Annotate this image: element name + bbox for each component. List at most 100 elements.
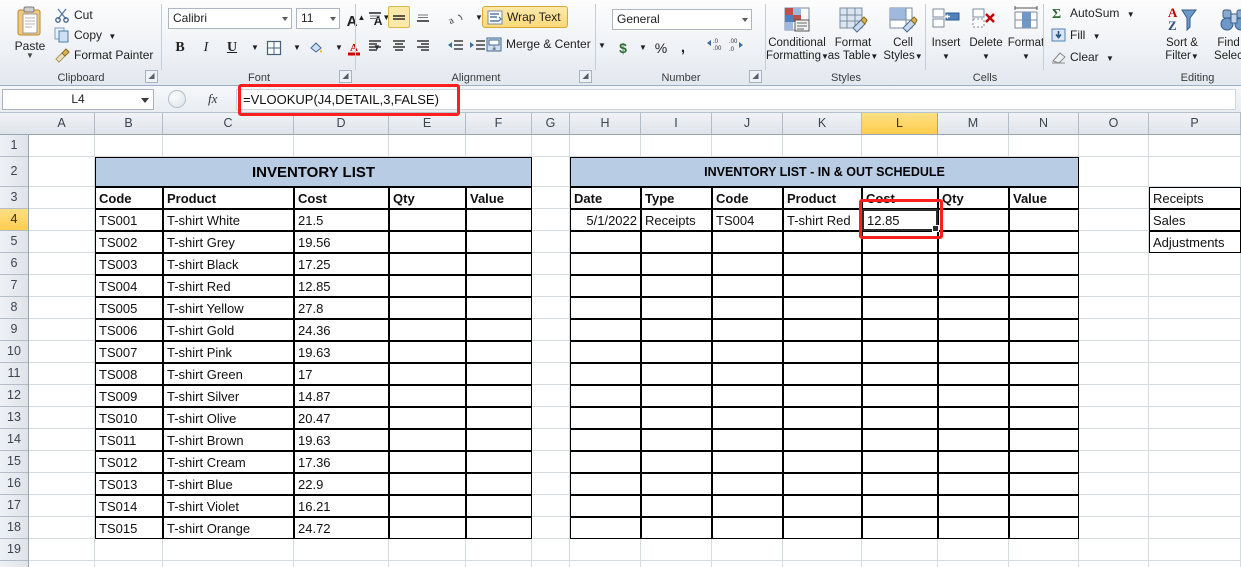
schedule-empty-J9[interactable] [712, 319, 783, 341]
schedule-empty-J14[interactable] [712, 429, 783, 451]
column-header-E[interactable]: E [389, 113, 466, 134]
column-header-B[interactable]: B [95, 113, 163, 134]
schedule-empty-I10[interactable] [641, 341, 712, 363]
schedule-header-date[interactable]: Date [570, 187, 641, 209]
decrease-decimal-button[interactable]: .00 .0 [726, 34, 750, 56]
schedule-empty-L7[interactable] [862, 275, 938, 297]
schedule-header-code[interactable]: Code [712, 187, 783, 209]
row-header-3[interactable]: 3 [0, 187, 28, 209]
column-header-C[interactable]: C [163, 113, 294, 134]
schedule-empty-H13[interactable] [570, 407, 641, 429]
paste-button[interactable]: Paste ▼ [8, 4, 52, 62]
fill-caret-icon[interactable]: ▼ [1093, 32, 1101, 41]
schedule-empty-I11[interactable] [641, 363, 712, 385]
inventory-qty-5[interactable] [389, 231, 466, 253]
schedule-empty-M7[interactable] [938, 275, 1009, 297]
inventory-qty-8[interactable] [389, 297, 466, 319]
schedule-empty-H18[interactable] [570, 517, 641, 539]
align-center-button[interactable] [388, 34, 410, 56]
schedule-empty-M10[interactable] [938, 341, 1009, 363]
number-format-select[interactable]: General [612, 9, 752, 30]
increase-decimal-button[interactable]: .0 .00 [702, 34, 726, 56]
inventory-code-4[interactable]: TS001 [95, 209, 163, 231]
schedule-empty-I17[interactable] [641, 495, 712, 517]
row-header-15[interactable]: 15 [0, 451, 28, 473]
inventory-product-8[interactable]: T-shirt Yellow [163, 297, 294, 319]
row-header-18[interactable]: 18 [0, 517, 28, 539]
schedule-empty-L16[interactable] [862, 473, 938, 495]
schedule-value-4[interactable] [1009, 209, 1079, 231]
inventory-code-16[interactable]: TS013 [95, 473, 163, 495]
format-painter-button[interactable]: Format Painter [54, 46, 153, 64]
schedule-empty-J18[interactable] [712, 517, 783, 539]
align-middle-button[interactable] [388, 6, 410, 28]
row-header-9[interactable]: 9 [0, 319, 28, 341]
delete-cells-caret-icon[interactable]: ▼ [982, 52, 990, 61]
schedule-empty-J5[interactable] [712, 231, 783, 253]
inventory-product-16[interactable]: T-shirt Blue [163, 473, 294, 495]
schedule-empty-H10[interactable] [570, 341, 641, 363]
cancel-formula-button[interactable] [168, 90, 186, 108]
schedule-empty-J7[interactable] [712, 275, 783, 297]
row-header-17[interactable]: 17 [0, 495, 28, 517]
schedule-date-4[interactable]: 5/1/2022 [570, 209, 641, 231]
schedule-header-product[interactable]: Product [783, 187, 862, 209]
schedule-empty-K5[interactable] [783, 231, 862, 253]
inventory-code-15[interactable]: TS012 [95, 451, 163, 473]
inventory-code-18[interactable]: TS015 [95, 517, 163, 539]
schedule-empty-M9[interactable] [938, 319, 1009, 341]
schedule-empty-N6[interactable] [1009, 253, 1079, 275]
schedule-empty-K14[interactable] [783, 429, 862, 451]
schedule-product-4[interactable]: T-shirt Red [783, 209, 862, 231]
inventory-value-7[interactable] [466, 275, 532, 297]
schedule-empty-H9[interactable] [570, 319, 641, 341]
find-select-button[interactable]: Find & Select▼ [1208, 4, 1241, 63]
schedule-empty-J11[interactable] [712, 363, 783, 385]
column-header-F[interactable]: F [466, 113, 532, 134]
inventory-qty-9[interactable] [389, 319, 466, 341]
currency-button[interactable]: $ [612, 36, 634, 58]
column-header-A[interactable]: A [29, 113, 95, 134]
inventory-cost-8[interactable]: 27.8 [294, 297, 389, 319]
cell-styles-caret-icon[interactable]: ▼ [915, 52, 923, 61]
column-header-J[interactable]: J [712, 113, 783, 134]
inventory-cost-5[interactable]: 19.56 [294, 231, 389, 253]
schedule-qty-4[interactable] [938, 209, 1009, 231]
inventory-cost-7[interactable]: 12.85 [294, 275, 389, 297]
row-header-16[interactable]: 16 [0, 473, 28, 495]
inventory-value-10[interactable] [466, 341, 532, 363]
inventory-product-9[interactable]: T-shirt Gold [163, 319, 294, 341]
italic-button[interactable]: I [194, 36, 218, 58]
inventory-header-product[interactable]: Product [163, 187, 294, 209]
schedule-empty-K9[interactable] [783, 319, 862, 341]
column-header-G[interactable]: G [532, 113, 570, 134]
inventory-qty-14[interactable] [389, 429, 466, 451]
schedule-empty-H16[interactable] [570, 473, 641, 495]
schedule-empty-M8[interactable] [938, 297, 1009, 319]
column-header-K[interactable]: K [783, 113, 862, 134]
name-box[interactable]: L4 [2, 89, 154, 110]
inventory-qty-15[interactable] [389, 451, 466, 473]
inventory-cost-18[interactable]: 24.72 [294, 517, 389, 539]
column-header-L[interactable]: L [862, 113, 938, 134]
decrease-indent-button[interactable] [444, 34, 466, 56]
format-cells-caret-icon[interactable]: ▼ [1022, 52, 1030, 61]
inventory-code-9[interactable]: TS006 [95, 319, 163, 341]
inventory-cost-14[interactable]: 19.63 [294, 429, 389, 451]
percent-style-button[interactable]: % [650, 36, 672, 58]
inventory-cost-13[interactable]: 20.47 [294, 407, 389, 429]
row-header-19[interactable]: 19 [0, 539, 28, 561]
inventory-value-8[interactable] [466, 297, 532, 319]
inventory-product-17[interactable]: T-shirt Violet [163, 495, 294, 517]
schedule-empty-M16[interactable] [938, 473, 1009, 495]
bold-button[interactable]: B [168, 36, 192, 58]
font-family-select[interactable]: Calibri [168, 8, 292, 29]
column-header-H[interactable]: H [570, 113, 641, 134]
insert-cells-caret-icon[interactable]: ▼ [942, 52, 950, 61]
row-header-13[interactable]: 13 [0, 407, 28, 429]
inventory-product-13[interactable]: T-shirt Olive [163, 407, 294, 429]
row-header-4[interactable]: 4 [0, 209, 28, 231]
schedule-empty-L9[interactable] [862, 319, 938, 341]
schedule-empty-H6[interactable] [570, 253, 641, 275]
schedule-empty-H8[interactable] [570, 297, 641, 319]
